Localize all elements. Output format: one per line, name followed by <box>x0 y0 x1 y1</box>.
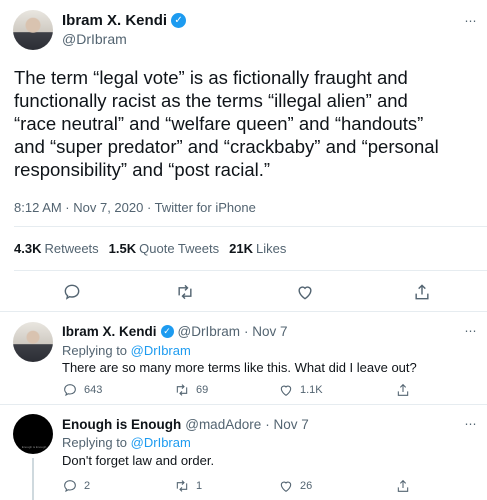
author-name[interactable]: Enough is Enough <box>62 417 181 432</box>
reply-count: 2 <box>84 480 91 492</box>
share-icon[interactable] <box>412 282 432 302</box>
avatar[interactable]: Enough is Enough <box>13 414 53 454</box>
replying-to-link[interactable]: @DrIbram <box>131 343 191 358</box>
author-row: Ibram X. Kendi ✓ <box>62 12 187 29</box>
reply-icon <box>64 480 76 493</box>
reply-button[interactable]: 2 <box>62 478 90 494</box>
verified-badge-icon: ✓ <box>160 325 174 338</box>
divider <box>0 404 487 405</box>
retweet-button[interactable]: 69 <box>174 382 208 398</box>
more-options-icon[interactable]: ⋯ <box>465 14 478 28</box>
reply-tweet[interactable]: Enough is Enough Enough is Enough @madAd… <box>0 406 487 500</box>
avatar-caption: Enough is Enough <box>21 445 47 449</box>
author-name[interactable]: Ibram X. Kendi <box>62 324 157 339</box>
like-button[interactable]: 26 <box>278 478 312 494</box>
likes-stat[interactable]: 21K Likes <box>229 241 286 256</box>
avatar[interactable] <box>13 322 53 362</box>
reply-button[interactable]: 643 <box>62 382 102 398</box>
tweet-stats: 4.3K Retweets 1.5K Quote Tweets 21K Likes <box>14 241 286 256</box>
reply-date[interactable]: · Nov 7 <box>265 417 309 432</box>
avatar[interactable] <box>13 10 53 50</box>
reply-icon <box>64 384 76 397</box>
reply-header: Ibram X. Kendi ✓ @DrIbram · Nov 7 <box>62 324 288 339</box>
tweet-meta: 8:12 AM · Nov 7, 2020 · Twitter for iPho… <box>14 200 256 215</box>
reply-text: There are so many more terms like this. … <box>62 360 417 375</box>
more-options-icon[interactable]: ⋯ <box>465 324 478 338</box>
share-icon <box>397 479 409 492</box>
like-count: 1.1K <box>300 384 323 396</box>
retweet-icon <box>176 384 188 396</box>
author-handle[interactable]: @DrIbram <box>62 31 127 47</box>
divider <box>14 226 487 227</box>
quote-tweets-stat[interactable]: 1.5K Quote Tweets <box>109 241 219 256</box>
reply-tweet[interactable]: Ibram X. Kendi ✓ @DrIbram · Nov 7 ⋯ Repl… <box>0 312 487 405</box>
author-handle[interactable]: @DrIbram <box>178 324 240 339</box>
replying-to: Replying to @DrIbram <box>62 435 191 450</box>
retweet-button[interactable]: 1 <box>174 478 202 494</box>
share-button[interactable] <box>395 478 411 494</box>
divider <box>14 270 487 271</box>
retweet-count: 69 <box>196 384 209 396</box>
retweets-stat[interactable]: 4.3K Retweets <box>14 241 99 256</box>
more-options-icon[interactable]: ⋯ <box>465 417 478 431</box>
author-name[interactable]: Ibram X. Kendi <box>62 12 167 29</box>
share-button[interactable] <box>395 382 411 398</box>
tweet-text: The term “legal vote” is as fictionally … <box>14 67 439 180</box>
share-icon <box>397 383 409 396</box>
author-handle[interactable]: @madAdore <box>185 417 261 432</box>
reply-text: Don't forget law and order. <box>62 453 215 468</box>
reply-count: 643 <box>84 384 103 396</box>
reply-icon[interactable] <box>62 282 82 302</box>
thread-line <box>32 458 34 500</box>
replying-to-link[interactable]: @DrIbram <box>131 435 191 450</box>
like-icon <box>280 385 292 396</box>
like-icon <box>280 481 292 492</box>
reply-date[interactable]: · Nov 7 <box>244 324 288 339</box>
replying-to: Replying to @DrIbram <box>62 343 191 358</box>
verified-badge-icon: ✓ <box>171 13 187 28</box>
retweet-count: 1 <box>196 480 203 492</box>
like-count: 26 <box>300 480 313 492</box>
like-button[interactable]: 1.1K <box>278 382 323 398</box>
like-icon[interactable] <box>295 282 315 302</box>
retweet-icon <box>176 480 188 492</box>
retweet-icon[interactable] <box>175 282 195 302</box>
reply-header: Enough is Enough @madAdore · Nov 7 <box>62 417 309 432</box>
